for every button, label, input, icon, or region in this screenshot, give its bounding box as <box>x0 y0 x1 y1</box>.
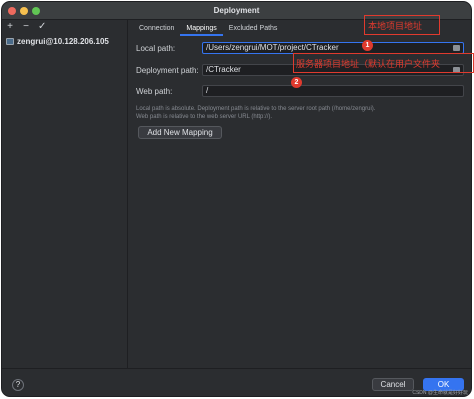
tab-excluded-paths[interactable]: Excluded Paths <box>223 22 284 36</box>
window-title: Deployment <box>213 6 260 15</box>
folder-icon[interactable] <box>453 45 460 51</box>
web-path-field[interactable]: / <box>202 85 464 97</box>
annotation-badge-2: 2 <box>291 77 302 88</box>
path-help-text: Local path is absolute. Deployment path … <box>136 105 436 121</box>
help-icon[interactable]: ? <box>12 379 24 391</box>
server-list-item[interactable]: zengrui@10.128.206.105 <box>2 35 128 47</box>
checkmark-icon[interactable]: ✓ <box>38 21 46 33</box>
local-path-label: Local path: <box>136 43 176 53</box>
web-path-row: Web path: / <box>136 85 464 97</box>
remove-icon[interactable]: − <box>22 21 30 33</box>
cancel-button[interactable]: Cancel <box>372 378 414 391</box>
server-sidebar: + − ✓ zengrui@10.128.206.105 <box>2 20 128 368</box>
help-line-1: Local path is absolute. Deployment path … <box>136 106 376 112</box>
server-annotation: 服务器项目地址（默认在用户文件夹 <box>296 59 441 69</box>
web-path-value: / <box>206 86 209 95</box>
annotation-badge-1: 1 <box>362 40 373 51</box>
add-icon[interactable]: + <box>6 21 14 33</box>
server-name: zengrui@10.128.206.105 <box>17 36 109 46</box>
web-path-label: Web path: <box>136 86 173 96</box>
dialog-footer: ? Cancel OK <box>2 368 471 396</box>
server-icon <box>6 37 14 45</box>
local-annotation: 本地项目地址 <box>368 21 423 31</box>
deployment-path-value: /CTracker <box>206 65 241 74</box>
watermark: CSDN @生命就是好好玩 <box>412 390 468 396</box>
deployment-path-label: Deployment path: <box>136 65 199 75</box>
help-line-2: Web path is relative to the web server U… <box>136 114 273 120</box>
local-path-value: /Users/zengrui/MOT/project/CTracker <box>206 43 339 52</box>
add-new-mapping-button[interactable]: Add New Mapping <box>138 126 222 139</box>
tab-mappings[interactable]: Mappings <box>180 22 223 36</box>
tab-bar: Connection Mappings Excluded Paths <box>133 22 283 36</box>
sidebar-toolbar: + − ✓ <box>6 21 46 33</box>
tab-connection[interactable]: Connection <box>133 22 180 36</box>
